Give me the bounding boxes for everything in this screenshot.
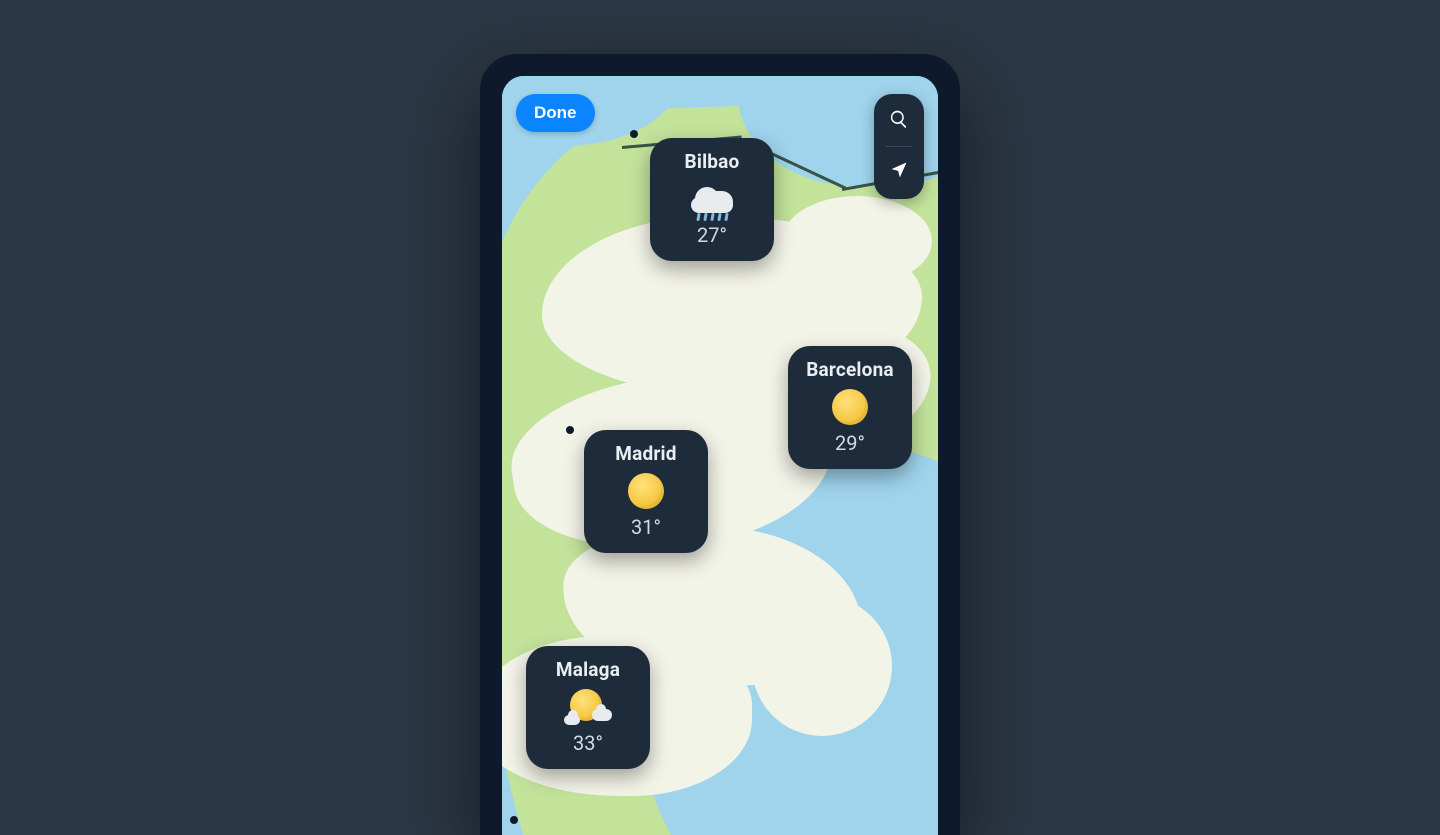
search-button[interactable] [884,106,914,136]
city-dot [630,130,638,138]
city-name: Bilbao [666,150,758,173]
city-dot [510,816,518,824]
temperature-value: 31° [600,515,692,539]
weather-card-malaga[interactable]: Malaga 33° [526,646,650,769]
rain-icon [666,177,758,221]
city-name: Barcelona [804,358,896,381]
sunny-icon [600,469,692,513]
temperature-value: 27° [666,223,758,247]
city-name: Madrid [600,442,692,465]
temperature-value: 29° [804,431,896,455]
weather-card-madrid[interactable]: Madrid 31° [584,430,708,553]
device-frame: Done Bilbao 27° Barcelona 29° Madrid 31° Malag… [480,54,960,835]
city-dot [566,426,574,434]
weather-card-bilbao[interactable]: Bilbao 27° [650,138,774,261]
location-arrow-icon [889,160,909,184]
weather-card-barcelona[interactable]: Barcelona 29° [788,346,912,469]
search-icon [889,109,909,133]
city-name: Malaga [542,658,634,681]
temperature-value: 33° [542,731,634,755]
locate-button[interactable] [884,157,914,187]
done-button[interactable]: Done [516,94,595,132]
map-controls [874,94,924,199]
sunny-icon [804,385,896,429]
screen: Done Bilbao 27° Barcelona 29° Madrid 31° Malag… [502,76,938,835]
partly-cloudy-icon [542,685,634,729]
